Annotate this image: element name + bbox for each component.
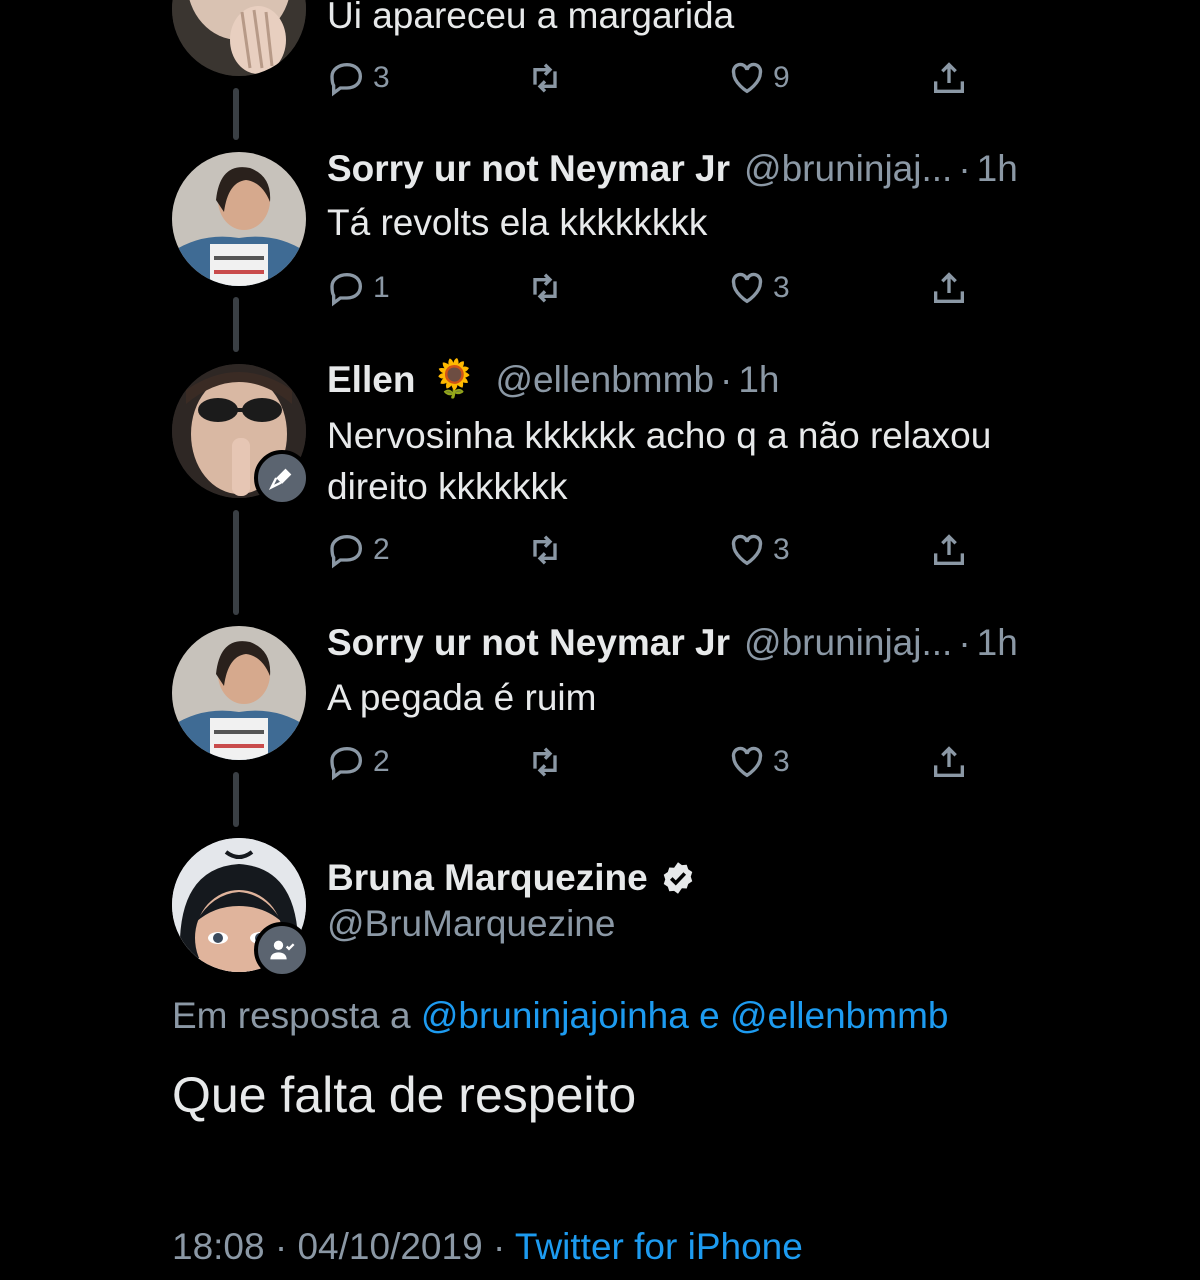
tweet-header: Sorry ur not Neymar Jr @bruninjaj... · 1…	[327, 622, 1018, 664]
reply-prefix: Em resposta a	[172, 995, 411, 1036]
retweet-button[interactable]	[525, 742, 565, 782]
username[interactable]: @bruninjaj...	[744, 622, 952, 664]
like-button[interactable]: 3	[727, 530, 790, 570]
display-name[interactable]: Sorry ur not Neymar Jr	[327, 622, 730, 664]
username[interactable]: @bruninjaj...	[744, 148, 952, 190]
avatar[interactable]	[172, 626, 306, 760]
share-icon	[934, 746, 964, 777]
like-count: 3	[773, 745, 790, 778]
avatar[interactable]	[172, 0, 306, 76]
reply-count: 2	[373, 533, 390, 566]
reply-and: e	[699, 995, 720, 1036]
tweet-text: Nervosinha kkkkkk acho q a não relaxou d…	[327, 415, 992, 507]
reply-count: 1	[373, 271, 390, 304]
main-tweet-header: Bruna Marquezine	[327, 857, 696, 899]
retweet-icon	[533, 535, 557, 565]
person-check-icon	[270, 940, 295, 960]
heart-icon	[731, 272, 763, 304]
tweet-header: Sorry ur not Neymar Jr @bruninjaj... · 1…	[327, 148, 1018, 190]
reply-icon	[330, 534, 363, 569]
reply-button[interactable]: 2	[327, 530, 390, 570]
tweet-text: Tá revolts ela kkkkkkkk	[327, 202, 708, 243]
retweet-icon	[533, 63, 557, 93]
separator: ·	[958, 148, 971, 189]
share-icon	[934, 272, 964, 303]
like-button[interactable]: 9	[727, 58, 790, 98]
separator: ·	[720, 358, 733, 400]
reply-button[interactable]: 3	[327, 58, 390, 98]
like-button[interactable]: 3	[727, 268, 790, 308]
mention-link[interactable]: @ellenbmmb	[730, 995, 949, 1036]
thread-line	[233, 297, 239, 352]
reply-count: 2	[373, 745, 390, 778]
display-name[interactable]: Ellen	[327, 359, 415, 401]
retweet-button[interactable]	[525, 58, 565, 98]
microphone-badge	[254, 450, 310, 506]
like-button[interactable]: 3	[727, 742, 790, 782]
display-name[interactable]: Sorry ur not Neymar Jr	[327, 148, 730, 190]
retweet-icon	[533, 273, 557, 303]
timestamp[interactable]: 1h	[738, 359, 779, 401]
thread-line	[233, 88, 239, 140]
username[interactable]: @BruMarquezine	[327, 903, 615, 945]
share-icon	[934, 62, 964, 93]
heart-icon	[731, 746, 763, 778]
thread-line	[233, 772, 239, 827]
tweet-metadata: 18:08 · 04/10/2019 · Twitter for iPhone	[172, 1226, 803, 1268]
avatar[interactable]	[172, 152, 306, 286]
reply-icon	[330, 272, 363, 307]
tweet-actions: 1 3	[327, 268, 987, 312]
timestamp[interactable]: 1h	[977, 622, 1018, 664]
share-button[interactable]	[929, 58, 969, 98]
retweet-button[interactable]	[525, 268, 565, 308]
tweet-time: 18:08	[172, 1226, 265, 1267]
microphone-icon	[268, 468, 292, 490]
tweet-actions: 2 3	[327, 530, 987, 574]
timestamp[interactable]: 1h	[977, 148, 1018, 190]
tweet-text: A pegada é ruim	[327, 677, 597, 718]
reply-context: Em resposta a @bruninjajoinha e @ellenbm…	[172, 995, 948, 1037]
like-count: 9	[773, 61, 790, 94]
separator: ·	[958, 622, 971, 663]
share-icon	[934, 534, 964, 565]
heart-icon	[731, 62, 763, 94]
like-count: 3	[773, 533, 790, 566]
tweet-header: Ellen 🌻 @ellenbmmb · 1h	[327, 358, 780, 401]
person-check-badge	[254, 922, 310, 978]
main-tweet-text: Que falta de respeito	[172, 1067, 637, 1123]
thread-line	[233, 510, 239, 615]
reply-icon	[330, 746, 363, 781]
tweet-date: 04/10/2019	[297, 1226, 483, 1267]
display-name[interactable]: Bruna Marquezine	[327, 857, 648, 899]
separator: ·	[274, 1226, 288, 1267]
username[interactable]: @ellenbmmb	[496, 359, 715, 401]
like-count: 3	[773, 271, 790, 304]
share-button[interactable]	[929, 268, 969, 308]
heart-icon	[731, 534, 763, 566]
retweet-button[interactable]	[525, 530, 565, 570]
mention-link[interactable]: @bruninjajoinha	[421, 995, 689, 1036]
retweet-icon	[533, 747, 557, 777]
reply-count: 3	[373, 61, 390, 94]
reply-button[interactable]: 1	[327, 268, 390, 308]
share-button[interactable]	[929, 742, 969, 782]
tweet-actions: 3 9	[327, 58, 987, 102]
tweet-source-link[interactable]: Twitter for iPhone	[515, 1226, 803, 1267]
reply-button[interactable]: 2	[327, 742, 390, 782]
verified-badge-icon	[660, 860, 696, 896]
reply-icon	[330, 62, 363, 97]
tweet-text: Ui apareceu a margarida	[327, 0, 735, 36]
tweet-actions: 2 3	[327, 742, 987, 786]
sunflower-emoji: 🌻	[431, 358, 478, 399]
share-button[interactable]	[929, 530, 969, 570]
separator: ·	[492, 1226, 506, 1267]
